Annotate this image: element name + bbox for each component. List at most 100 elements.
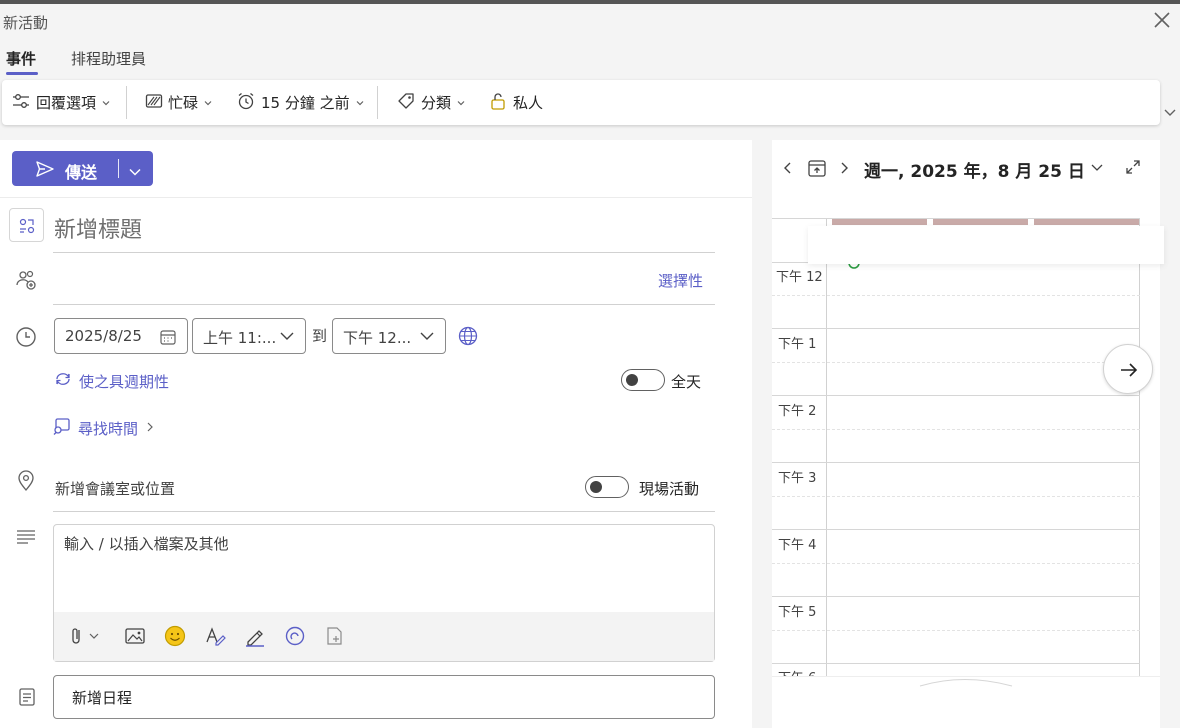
send-icon (35, 159, 55, 183)
agenda-input[interactable]: 新增日程 (53, 675, 715, 719)
reminder-label: 15 分鐘 之前 (261, 94, 350, 112)
chevron-down-icon (456, 94, 466, 112)
optional-attendees-link[interactable]: 選擇性 (658, 270, 703, 291)
add-people-icon (15, 269, 37, 295)
all-day-toggle[interactable] (621, 369, 665, 391)
to-label: 到 (312, 327, 328, 345)
start-time-field[interactable]: 上午 11:... (192, 318, 306, 354)
text-format-icon[interactable] (204, 625, 226, 651)
grid-right-border (1139, 218, 1140, 678)
start-time-value: 上午 11:... (203, 329, 277, 347)
calendar-overlay-panel (808, 226, 1164, 264)
time-column-divider (826, 218, 827, 678)
chevron-down-icon[interactable] (128, 163, 142, 182)
show-as-button[interactable]: 忙碌 (145, 80, 213, 125)
half-hour-line (772, 496, 1140, 497)
in-person-label: 現場活動 (639, 480, 700, 498)
make-recurring-link[interactable]: 使之具週期性 (54, 370, 169, 392)
chevron-down-icon[interactable] (1090, 162, 1104, 178)
private-label: 私人 (513, 94, 544, 112)
notes-icon (18, 687, 36, 711)
ribbon-overflow-chevron-icon[interactable] (1162, 104, 1178, 120)
tag-icon (396, 91, 416, 115)
categorize-label: 分類 (421, 94, 452, 112)
go-to-today-icon[interactable] (807, 158, 827, 182)
show-as-label: 忙碌 (168, 94, 199, 112)
sliders-icon (11, 92, 31, 114)
hour-line (772, 462, 1140, 463)
toggle-knob (626, 374, 638, 386)
ribbon-divider (377, 86, 378, 119)
highlighter-icon[interactable] (244, 625, 266, 651)
find-time-label: 尋找時間 (78, 419, 139, 438)
half-hour-line (772, 295, 1140, 296)
hour-label: 下午 3 (778, 471, 817, 486)
calendar-header: 週一, 2025 年，8 月 25 日 (772, 140, 1160, 198)
hour-line (772, 328, 1140, 329)
location-underline (53, 511, 715, 512)
hour-label: 下午 2 (778, 404, 817, 419)
private-button[interactable]: 私人 (488, 80, 543, 125)
image-icon[interactable] (124, 625, 146, 651)
scroll-hint-arc (919, 679, 1013, 687)
location-pin-icon (16, 470, 36, 496)
hour-label: 下午 4 (778, 538, 817, 553)
start-date-field[interactable]: 2025/8/25 (54, 318, 188, 354)
globe-icon[interactable] (458, 326, 478, 350)
hour-line (772, 262, 812, 263)
end-time-field[interactable]: 下午 12... (332, 318, 446, 354)
tab-scheduling-assistant[interactable]: 排程助理員 (71, 48, 146, 69)
body-formatting-toolbar (54, 612, 714, 661)
apps-icon[interactable] (324, 625, 346, 651)
chevron-left-icon[interactable] (782, 160, 794, 180)
chevron-down-icon (101, 94, 111, 112)
hour-line (772, 218, 1140, 219)
find-time-icon (53, 417, 71, 439)
categorize-button[interactable]: 分類 (396, 80, 466, 125)
chevron-right-icon (145, 419, 155, 437)
calendar-footer (772, 676, 1160, 728)
active-tab-indicator (6, 72, 38, 75)
event-body-editor[interactable]: 輸入 / 以插入檔案及其他 (53, 524, 715, 662)
agenda-placeholder: 新增日程 (72, 689, 133, 707)
hour-line (772, 663, 1140, 664)
compose-pane: 傳送 新增標題 選擇性 2025/8/25 上午 11:... 到 下午 12.… (0, 140, 752, 728)
half-hour-line (772, 630, 1140, 631)
next-arrow-button[interactable] (1103, 344, 1153, 394)
title-underline (53, 252, 715, 253)
add-icon-button[interactable] (9, 208, 44, 242)
ribbon-divider (126, 86, 127, 119)
alarm-clock-icon (236, 91, 256, 115)
in-person-toggle[interactable] (585, 476, 629, 498)
hour-line (772, 596, 1140, 597)
start-date-value: 2025/8/25 (65, 327, 142, 345)
send-button[interactable]: 傳送 (12, 151, 153, 186)
location-input[interactable]: 新增會議室或位置 (55, 478, 175, 499)
event-title-input[interactable]: 新增標題 (54, 212, 142, 244)
tab-event[interactable]: 事件 (6, 48, 36, 69)
make-recurring-label: 使之具週期性 (79, 372, 170, 391)
attach-icon[interactable] (70, 625, 104, 651)
chevron-down-icon (419, 328, 435, 348)
hour-label: 下午 5 (778, 605, 817, 620)
response-options-button[interactable]: 回覆選項 (11, 80, 111, 125)
body-placeholder: 輸入 / 以插入檔案及其他 (64, 535, 229, 553)
attendees-underline (53, 304, 715, 305)
emoji-icon[interactable] (164, 625, 186, 651)
chevron-right-icon[interactable] (838, 160, 850, 180)
find-time-link[interactable]: 尋找時間 (53, 417, 155, 439)
window-title: 新活動 (3, 14, 49, 32)
hour-line (772, 529, 1140, 530)
calendar-icon[interactable] (159, 328, 177, 350)
close-icon[interactable] (1152, 10, 1172, 30)
half-hour-line (772, 563, 1140, 564)
expand-icon[interactable] (1125, 159, 1141, 179)
calendar-date-label[interactable]: 週一, 2025 年，8 月 25 日 (864, 157, 1085, 182)
send-label: 傳送 (65, 163, 98, 182)
busy-status-icon (145, 93, 163, 113)
shapes-icon (17, 216, 37, 240)
reminder-button[interactable]: 15 分鐘 之前 (236, 80, 365, 125)
loop-icon[interactable] (284, 625, 306, 651)
response-options-label: 回覆選項 (36, 94, 97, 112)
hour-label: 下午 12 (776, 270, 823, 285)
